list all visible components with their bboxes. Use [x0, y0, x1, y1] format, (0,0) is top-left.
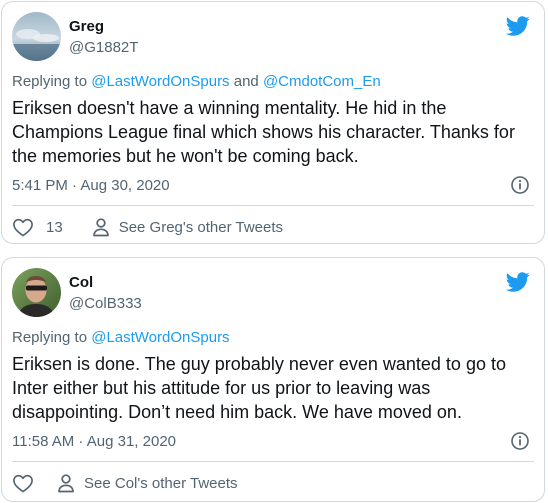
replying-and: and — [229, 73, 263, 90]
like-count: 13 — [46, 218, 63, 236]
twitter-bird-icon[interactable] — [506, 14, 530, 38]
divider — [12, 461, 534, 462]
replying-to: Replying to @LastWordOnSpurs and @CmdotC… — [12, 73, 381, 90]
see-other-tweets-label[interactable]: See Col's other Tweets — [84, 475, 238, 492]
like-button[interactable]: 13 — [12, 217, 91, 237]
person-icon — [58, 474, 74, 493]
replying-prefix: Replying to — [12, 73, 92, 90]
info-icon[interactable] — [510, 175, 530, 195]
replying-prefix: Replying to — [12, 329, 92, 346]
see-other-tweets-link[interactable]: See Col's other Tweets — [56, 473, 238, 493]
see-other-tweets-label[interactable]: See Greg's other Tweets — [119, 219, 283, 236]
divider — [12, 205, 534, 206]
tweet-text: Eriksen doesn't have a winning mentality… — [12, 98, 515, 166]
tweet-card[interactable]: Col @ColB333 Replying to @LastWordOnSpur… — [1, 257, 545, 502]
reply-mention-link[interactable]: @CmdotCom_En — [263, 73, 381, 90]
person-icon — [92, 218, 109, 237]
tweet-timestamp[interactable]: 5:41 PM · Aug 30, 2020 — [12, 177, 170, 194]
tweet-actions: 13 See Greg's other Tweets — [12, 216, 283, 238]
see-other-tweets-link[interactable]: See Greg's other Tweets — [91, 217, 283, 237]
info-icon[interactable] — [510, 431, 530, 451]
reply-mention-link[interactable]: @LastWordOnSpurs — [91, 329, 229, 346]
display-name[interactable]: Col — [69, 274, 93, 291]
avatar[interactable] — [12, 12, 61, 61]
tweet-text: Eriksen is done. The guy probably never … — [12, 354, 506, 422]
heart-icon — [13, 218, 33, 237]
user-handle[interactable]: @ColB333 — [69, 295, 142, 312]
tweet-card[interactable]: Greg @G1882T Replying to @LastWordOnSpur… — [1, 1, 545, 244]
replying-to: Replying to @LastWordOnSpurs — [12, 329, 230, 346]
tweet-timestamp[interactable]: 11:58 AM · Aug 31, 2020 — [12, 433, 176, 450]
like-button[interactable] — [12, 473, 56, 493]
avatar[interactable] — [12, 268, 61, 317]
twitter-bird-icon[interactable] — [506, 270, 530, 294]
heart-icon — [13, 474, 33, 493]
user-handle[interactable]: @G1882T — [69, 39, 138, 56]
display-name[interactable]: Greg — [69, 18, 104, 35]
reply-mention-link[interactable]: @LastWordOnSpurs — [91, 73, 229, 90]
tweet-actions: See Col's other Tweets — [12, 472, 238, 494]
